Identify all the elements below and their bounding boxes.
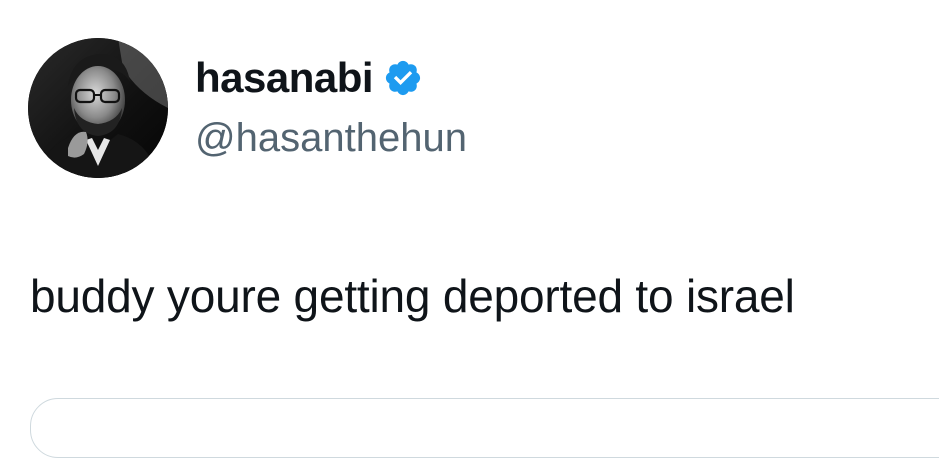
tweet-text: buddy youre getting deported to israel [30,270,795,322]
verified-badge-icon[interactable] [383,58,423,98]
display-name-row[interactable]: hasanabi [195,54,423,102]
quote-card[interactable] [30,398,939,458]
avatar[interactable] [28,38,168,178]
user-handle[interactable]: @hasanthehun [195,114,467,162]
tweet-card: hasanabi @hasanthehun buddy youre gettin… [0,0,939,458]
avatar-image [28,38,168,178]
display-name[interactable]: hasanabi [195,54,374,102]
